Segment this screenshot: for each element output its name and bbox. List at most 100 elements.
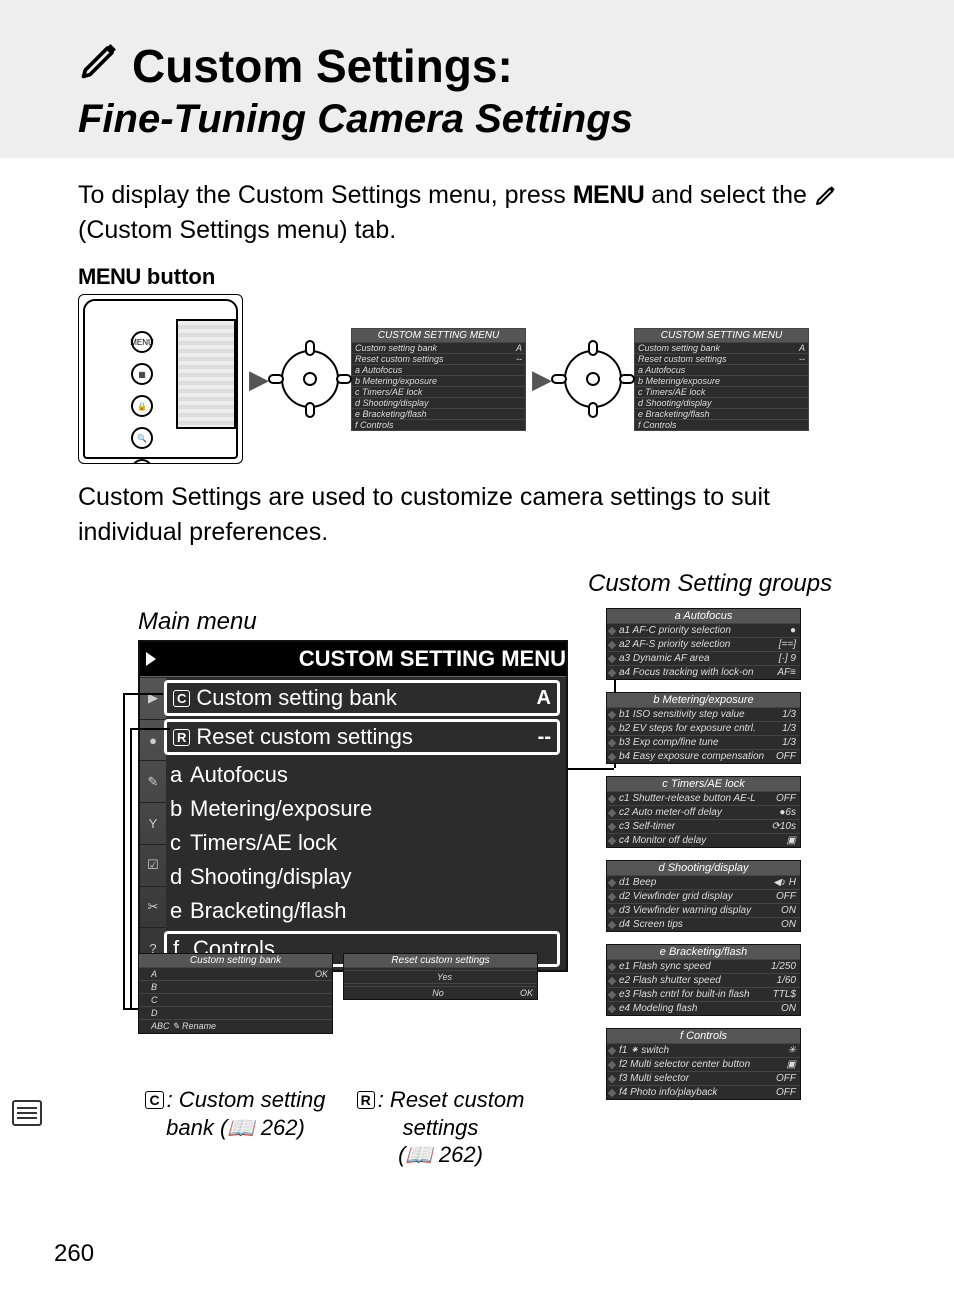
- mini-menu-row: e Bracketing/flash: [352, 408, 525, 419]
- main-lcd-menu: CUSTOM SETTING MENU ▶●✎Y☑✂? CCustom sett…: [138, 640, 568, 972]
- multi-selector-icon: [558, 344, 628, 414]
- group-panel: b Metering/exposureb1 ISO sensitivity st…: [606, 692, 801, 764]
- bank-row: C: [139, 993, 332, 1006]
- mini-menu-title: CUSTOM SETTING MENU: [635, 329, 808, 342]
- bank-row: AOK: [139, 967, 332, 980]
- description-paragraph: Custom Settings are used to customize ca…: [78, 480, 876, 550]
- group-row: c4 Monitor off delay▣: [607, 833, 800, 847]
- intro-paragraph: To display the Custom Settings menu, pre…: [78, 178, 876, 248]
- group-row: d3 Viewfinder warning displayON: [607, 903, 800, 917]
- title-text-1: Custom Settings:: [132, 39, 513, 93]
- arrow-right-icon: ▶: [532, 364, 552, 395]
- sub-reset-title: Reset custom settings: [344, 954, 537, 967]
- reset-row: Yes: [344, 970, 537, 983]
- pre-c: C: [145, 1091, 163, 1109]
- pencil-icon: [814, 181, 838, 209]
- group-panel: e Bracketing/flashe1 Flash sync speed1/2…: [606, 944, 801, 1016]
- group-row: c3 Self-timer⟳10s: [607, 819, 800, 833]
- group-row: d1 Beep◀♪ H: [607, 875, 800, 889]
- main-menu-item: eBracketing/flash: [140, 894, 566, 928]
- menu-section-icon: [12, 1100, 42, 1126]
- group-title: d Shooting/display: [607, 861, 800, 875]
- page-header: Custom Settings: Fine-Tuning Camera Sett…: [0, 0, 954, 158]
- mini-menu-row: b Metering/exposure: [352, 375, 525, 386]
- group-row: c1 Shutter-release button AE-LOFF: [607, 791, 800, 805]
- group-row: f4 Photo info/playbackOFF: [607, 1085, 800, 1099]
- group-row: f3 Multi selectorOFF: [607, 1071, 800, 1085]
- main-menu-label: Main menu: [138, 608, 257, 636]
- camera-illustration: MENU▦🔒🔍OK: [78, 294, 243, 464]
- mini-menu-row: d Shooting/display: [635, 397, 808, 408]
- lcd-preview-2: CUSTOM SETTING MENU Custom setting bankA…: [634, 328, 809, 431]
- group-row: e2 Flash shutter speed1/60: [607, 973, 800, 987]
- mini-menu-row: e Bracketing/flash: [635, 408, 808, 419]
- group-row: a4 Focus tracking with lock-onAF≡: [607, 665, 800, 679]
- main-menu-item: dShooting/display: [140, 860, 566, 894]
- group-row: a1 AF-C priority selection●: [607, 623, 800, 637]
- group-row: b2 EV steps for exposure cntrl.1/3: [607, 721, 800, 735]
- main-menu-item: CCustom setting bankA: [164, 680, 560, 716]
- group-row: a2 AF-S priority selection[==]: [607, 637, 800, 651]
- group-panel: f Controlsf1 ⁕ switch✳f2 Multi selector …: [606, 1028, 801, 1100]
- group-row: a3 Dynamic AF area[·] 9: [607, 651, 800, 665]
- sub-bank-title: Custom setting bank: [139, 954, 332, 967]
- mini-menu-row: c Timers/AE lock: [635, 386, 808, 397]
- group-title: a Autofocus: [607, 609, 800, 623]
- group-title: b Metering/exposure: [607, 693, 800, 707]
- reset-custom-settings-screen: Reset custom settings Yes NoOK: [343, 953, 538, 1000]
- group-title: e Bracketing/flash: [607, 945, 800, 959]
- reset-cap-2: settings: [403, 1115, 479, 1140]
- main-menu-item: bMetering/exposure: [140, 792, 566, 826]
- button-word: button: [141, 264, 216, 289]
- main-lcd-title: CUSTOM SETTING MENU: [299, 646, 566, 672]
- group-row: d2 Viewfinder grid displayOFF: [607, 889, 800, 903]
- group-panel: c Timers/AE lockc1 Shutter-release butto…: [606, 776, 801, 848]
- title-text-2: Fine-Tuning Camera Settings: [78, 97, 954, 142]
- mini-menu-row: Custom setting bankA: [635, 342, 808, 353]
- group-panel: a Autofocusa1 AF-C priority selection●a2…: [606, 608, 801, 680]
- group-panel: d Shooting/displayd1 Beep◀♪ Hd2 Viewfind…: [606, 860, 801, 932]
- mini-menu-row: b Metering/exposure: [635, 375, 808, 386]
- group-row: f1 ⁕ switch✳: [607, 1043, 800, 1057]
- reset-cap-3: (📖 262): [398, 1142, 483, 1167]
- group-row: b4 Easy exposure compensationOFF: [607, 749, 800, 763]
- mini-menu-row: a Autofocus: [635, 364, 808, 375]
- mini-menu-row: Custom setting bankA: [352, 342, 525, 353]
- group-title: c Timers/AE lock: [607, 777, 800, 791]
- intro-mid: and select the: [644, 181, 814, 209]
- menu-glyph: MENU: [78, 264, 141, 289]
- arrow-right-icon: ▶: [249, 364, 269, 395]
- intro-post: (Custom Settings menu) tab.: [78, 216, 396, 244]
- bank-row: D: [139, 1006, 332, 1019]
- group-row: d4 Screen tipsON: [607, 917, 800, 931]
- group-row: e3 Flash cntrl for built-in flashTTL$: [607, 987, 800, 1001]
- mini-menu-row: f Controls: [352, 419, 525, 430]
- main-menu-item: aAutofocus: [140, 758, 566, 792]
- bank-row: B: [139, 980, 332, 993]
- pre-r: R: [357, 1091, 375, 1109]
- group-row: b3 Exp comp/fine tune1/3: [607, 735, 800, 749]
- lcd-preview-1: CUSTOM SETTING MENU Custom setting bankA…: [351, 328, 526, 431]
- main-menu-item: cTimers/AE lock: [140, 826, 566, 860]
- bank-cap-2: bank (📖 262): [166, 1115, 305, 1140]
- main-menu-item: RReset custom settings--: [164, 719, 560, 755]
- mini-menu-row: f Controls: [635, 419, 808, 430]
- mini-menu-row: Reset custom settings--: [635, 353, 808, 364]
- mini-menu-row: Reset custom settings--: [352, 353, 525, 364]
- multi-selector-icon: [275, 344, 345, 414]
- mini-menu-row: d Shooting/display: [352, 397, 525, 408]
- mini-menu-row: a Autofocus: [352, 364, 525, 375]
- groups-label: Custom Setting groups: [588, 570, 832, 598]
- bank-cap-1: : Custom setting: [167, 1087, 326, 1112]
- group-row: e1 Flash sync speed1/250: [607, 959, 800, 973]
- custom-setting-bank-screen: Custom setting bank AOKBCDABC ✎ Rename: [138, 953, 333, 1034]
- group-row: b1 ISO sensitivity step value1/3: [607, 707, 800, 721]
- menu-layout-diagram: Main menu Custom Setting groups CUSTOM S…: [78, 578, 876, 1218]
- group-row: c2 Auto meter-off delay●6s: [607, 805, 800, 819]
- mini-menu-title: CUSTOM SETTING MENU: [352, 329, 525, 342]
- intro-pre: To display the Custom Settings menu, pre…: [78, 181, 573, 209]
- reset-row: NoOK: [344, 986, 537, 999]
- group-row: e4 Modeling flashON: [607, 1001, 800, 1015]
- mini-menu-row: c Timers/AE lock: [352, 386, 525, 397]
- bank-row: ABC ✎ Rename: [139, 1019, 332, 1033]
